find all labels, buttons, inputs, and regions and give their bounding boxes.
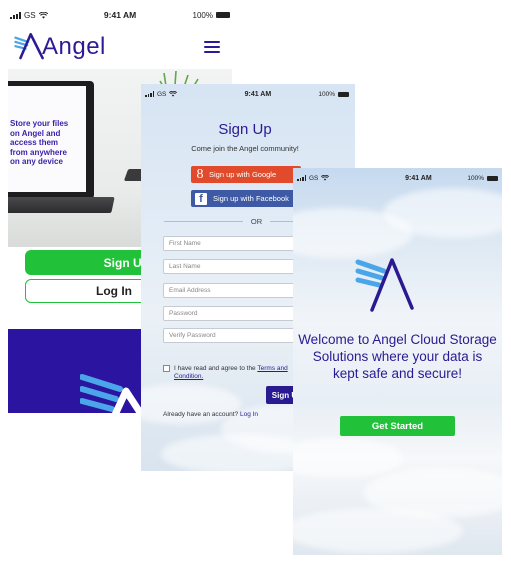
signal-indicator: GS xyxy=(145,90,178,98)
or-label: OR xyxy=(250,217,263,226)
battery-indicator: 100% xyxy=(193,11,230,20)
angel-logo-icon xyxy=(355,258,414,312)
facebook-icon: f xyxy=(195,192,207,205)
condition-link[interactable]: Condition. xyxy=(174,373,203,380)
signal-indicator: GS xyxy=(297,174,330,182)
page-subtitle: Come join the Angel community! xyxy=(191,144,299,153)
status-time: 9:41 AM xyxy=(405,174,432,182)
top-nav: Angel xyxy=(8,30,232,70)
battery-icon xyxy=(216,12,230,18)
brand-name: Angel xyxy=(42,33,106,60)
signal-bars-icon xyxy=(297,175,306,181)
google-signup-button[interactable]: 8 Sign up with Google xyxy=(191,166,301,183)
terms-link[interactable]: Terms and xyxy=(257,365,287,372)
angel-logo-icon xyxy=(14,32,44,60)
battery-icon xyxy=(338,91,349,97)
signal-bars-icon xyxy=(10,11,21,19)
google-icon: 8 xyxy=(196,167,204,182)
facebook-signup-label: Sign up with Facebook xyxy=(213,194,289,203)
status-bar: GS 9:41 AM 100% xyxy=(8,8,232,22)
wifi-icon xyxy=(169,91,178,97)
wifi-icon xyxy=(38,11,48,19)
login-link[interactable]: Log In xyxy=(240,411,258,418)
battery-percent: 100% xyxy=(318,90,335,98)
terms-checkbox[interactable] xyxy=(163,365,170,372)
get-started-button[interactable]: Get Started xyxy=(340,416,455,436)
laptop-keyboard xyxy=(8,197,115,213)
battery-percent: 100% xyxy=(467,174,484,182)
battery-icon xyxy=(487,175,498,181)
brand-logo[interactable]: Angel xyxy=(12,30,106,64)
battery-indicator: 100% xyxy=(467,175,498,182)
battery-percent: 100% xyxy=(192,10,213,20)
page-title: Sign Up xyxy=(218,121,272,138)
google-signup-label: Sign up with Google xyxy=(209,170,277,179)
status-bar: GS 9:41 AM 100% xyxy=(141,87,355,101)
signal-indicator: GS xyxy=(10,11,48,20)
carrier-name: GS xyxy=(157,90,167,98)
hamburger-icon[interactable] xyxy=(204,41,220,53)
status-bar: GS 9:41 AM 100% xyxy=(293,171,502,185)
signal-bars-icon xyxy=(145,91,154,97)
welcome-message: Welcome to Angel Cloud Storage Solutions… xyxy=(298,332,497,381)
hero-tagline: Store your files on Angel and access the… xyxy=(10,119,69,167)
status-time: 9:41 AM xyxy=(244,90,272,98)
battery-indicator: 100% xyxy=(318,91,349,98)
carrier-name: GS xyxy=(309,174,319,182)
welcome-screen: GS 9:41 AM 100% Welcome to Angel Cloud S… xyxy=(293,168,502,555)
status-time: 9:41 AM xyxy=(103,10,137,20)
wifi-icon xyxy=(321,175,330,181)
carrier-name: GS xyxy=(24,10,36,20)
login-prompt: Already have an account? Log In xyxy=(163,411,259,418)
terms-text: I have read and agree to the Terms and Co… xyxy=(174,365,288,380)
